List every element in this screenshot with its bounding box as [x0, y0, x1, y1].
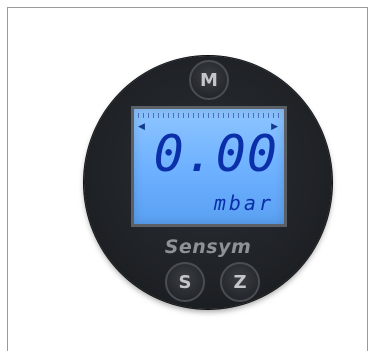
mode-button-label: M: [200, 69, 218, 91]
product-image-frame: M ◀ ▶ 0.00 mbar Sensym S Z: [7, 7, 368, 351]
pressure-gauge: M ◀ ▶ 0.00 mbar Sensym S Z: [84, 56, 332, 309]
set-button[interactable]: S: [165, 262, 205, 302]
lcd-display: ◀ ▶ 0.00 mbar: [131, 106, 287, 227]
pressure-unit: mbar: [213, 191, 274, 215]
set-button-label: S: [178, 271, 192, 293]
brand-logo: Sensym: [164, 236, 252, 258]
zero-button-label: Z: [233, 271, 247, 293]
pressure-value: 0.00: [153, 125, 278, 183]
zero-button[interactable]: Z: [220, 262, 260, 302]
arrow-left-icon: ◀: [138, 121, 145, 131]
bar-scale: [138, 113, 280, 118]
mode-button[interactable]: M: [189, 60, 229, 100]
